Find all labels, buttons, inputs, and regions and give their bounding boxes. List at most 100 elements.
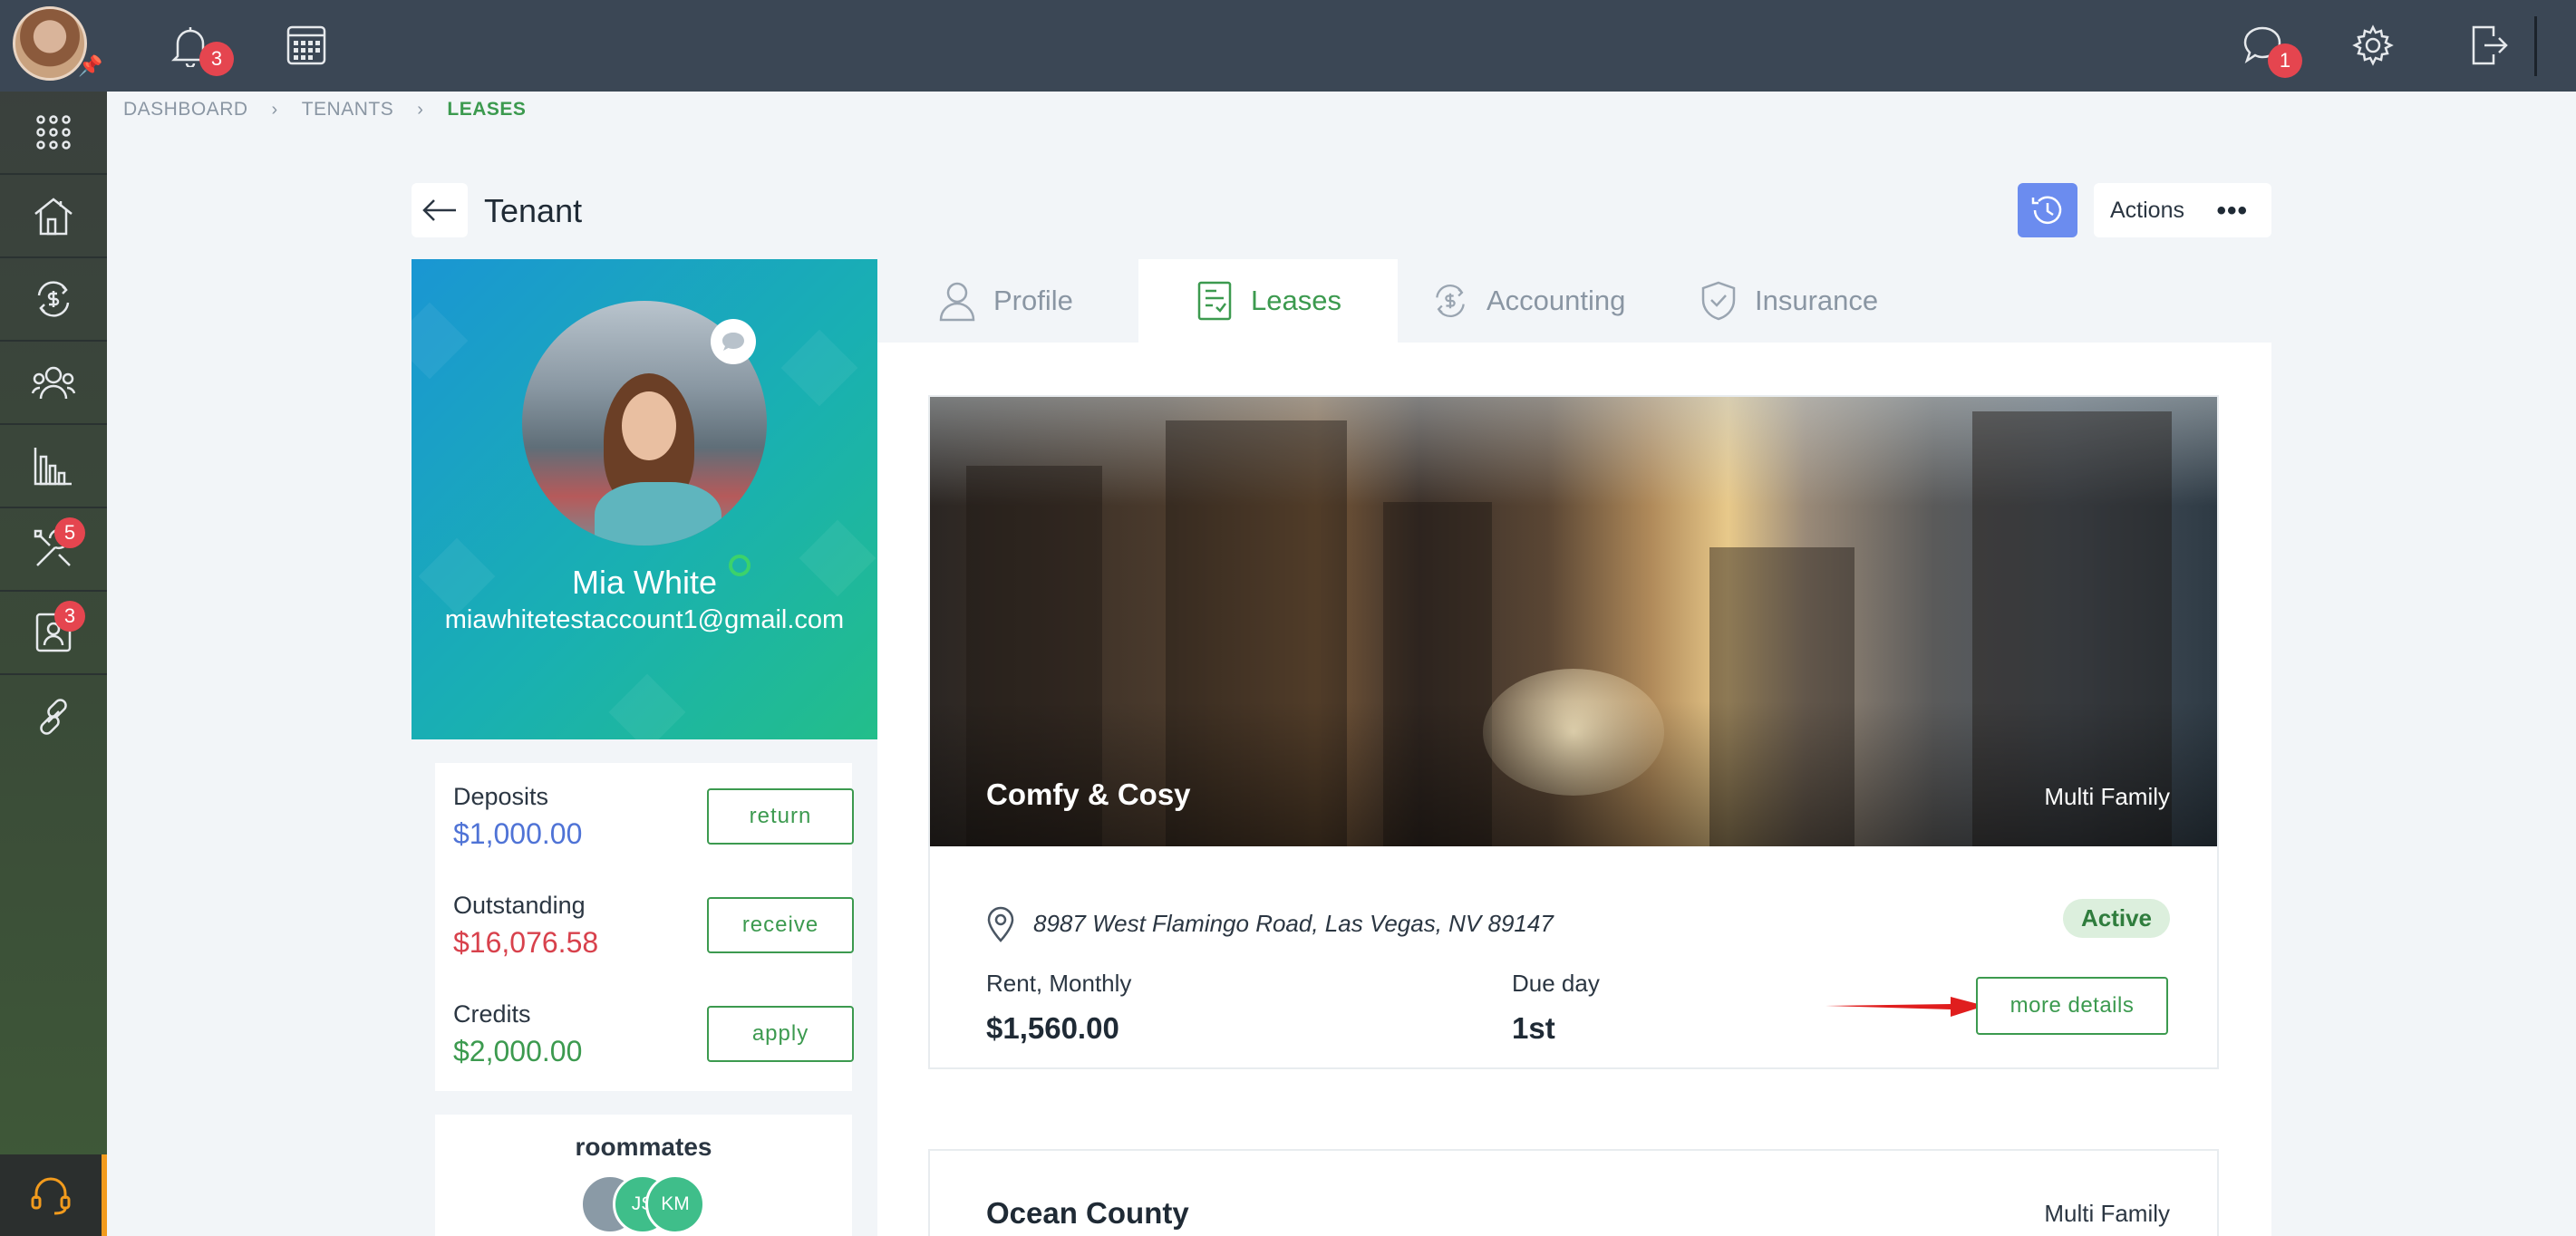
balances-panel: Deposits $1,000.00 return Outstanding $1… (435, 763, 854, 1091)
credits-value: $2,000.00 (453, 1035, 583, 1067)
page-title: Tenant (484, 192, 583, 229)
house-icon (34, 198, 73, 236)
lease-card[interactable]: Comfy & Cosy Multi Family 8987 West Flam… (928, 395, 2219, 1069)
breadcrumb-dashboard[interactable]: DASHBOARD (123, 99, 248, 121)
chevron-right-icon: › (271, 99, 278, 120)
user-avatar[interactable] (13, 6, 87, 81)
more-dots-icon: ••• (2216, 196, 2248, 226)
maintenance-badge: 5 (54, 517, 85, 548)
messages-badge: 1 (2268, 43, 2302, 78)
deposits-row: Deposits $1,000.00 return (453, 763, 854, 854)
tab-insurance[interactable]: Insurance (1697, 259, 1932, 343)
sidebar-item-applications[interactable]: 3 (0, 592, 107, 675)
sidebar-item-maintenance[interactable]: 5 (0, 508, 107, 592)
red-arrow-annotation (1825, 997, 1985, 1017)
tab-accounting-label: Accounting (1487, 285, 1626, 316)
person-icon (935, 279, 979, 323)
message-tenant-button[interactable] (711, 319, 756, 364)
messages-button[interactable]: 1 (2233, 16, 2302, 78)
property-name: Comfy & Cosy (986, 777, 1191, 811)
actions-label: Actions (2110, 197, 2184, 223)
outstanding-value: $16,076.58 (453, 926, 599, 959)
main-panel: Profile Leases Accounting Insurance Comf… (877, 259, 2271, 1236)
decor-diamond (780, 329, 858, 407)
credits-row: Credits $2,000.00 apply (453, 980, 854, 1071)
history-icon (2031, 196, 2062, 225)
credits-label: Credits (453, 1000, 531, 1028)
property-name: Ocean County (986, 1196, 1189, 1230)
logout-button[interactable] (2460, 16, 2518, 74)
decor-diamond (608, 673, 686, 739)
sidebar: 📌 5 3 (0, 0, 107, 1236)
sidebar-item-people[interactable] (0, 342, 107, 425)
sidebar-item-reports[interactable] (0, 425, 107, 508)
notifications-badge: 3 (199, 42, 234, 76)
top-bar: 3 1 (107, 0, 2576, 92)
grid-icon (36, 115, 71, 150)
support-button[interactable] (0, 1154, 107, 1236)
tab-accounting[interactable]: Accounting (1428, 259, 1682, 343)
property-address: 8987 West Flamingo Road, Las Vegas, NV 8… (1033, 910, 1554, 937)
logout-icon (2472, 25, 2508, 65)
pin-icon[interactable]: 📌 (78, 54, 102, 78)
tab-insurance-label: Insurance (1755, 285, 1879, 316)
bar-chart-icon (34, 448, 72, 486)
actions-button[interactable]: Actions ••• (2094, 183, 2271, 237)
dollar-cycle-icon (1428, 279, 1472, 323)
notifications-button[interactable]: 3 (161, 16, 234, 76)
calendar-icon (286, 25, 326, 65)
dollar-cycle-icon (37, 281, 70, 317)
history-button[interactable] (2018, 183, 2077, 237)
deposits-value: $1,000.00 (453, 817, 583, 850)
return-button[interactable]: return (707, 788, 854, 845)
roommates-title: roommates (575, 1133, 712, 1161)
arrow-left-icon (422, 199, 456, 221)
location-pin-icon (987, 906, 1014, 942)
roommate-avatar[interactable]: KM (645, 1174, 705, 1234)
property-type: Multi Family (2044, 783, 2170, 810)
tenant-name: Mia White (571, 564, 718, 601)
tab-profile-label: Profile (993, 285, 1073, 316)
deposits-label: Deposits (453, 783, 549, 810)
chevron-right-icon: › (417, 99, 424, 120)
receive-button[interactable]: receive (707, 897, 854, 953)
apply-button[interactable]: apply (707, 1006, 854, 1062)
rent-value: $1,560.00 (986, 1011, 1119, 1045)
roommates-panel: roommates JS KM (435, 1115, 852, 1236)
profile-card: Mia White miawhitetestaccount1@gmail.com (412, 259, 877, 739)
tab-leases[interactable]: Leases (1138, 259, 1398, 343)
gear-icon (2352, 24, 2394, 66)
sidebar-item-properties[interactable] (0, 175, 107, 258)
lease-doc-icon (1193, 279, 1236, 323)
applications-badge: 3 (54, 601, 85, 632)
lease-status-badge: Active (2062, 899, 2170, 938)
decor-diamond (412, 302, 469, 380)
people-icon (31, 366, 76, 400)
sidebar-item-integrations[interactable] (0, 675, 107, 758)
breadcrumb-tenants[interactable]: TENANTS (302, 99, 394, 121)
tab-profile[interactable]: Profile (935, 259, 1135, 343)
breadcrumb: DASHBOARD › TENANTS › LEASES (123, 96, 526, 123)
lease-card[interactable]: Ocean County Multi Family (928, 1149, 2219, 1236)
tenant-email: miawhitetestaccount1@gmail.com (444, 605, 845, 634)
sidebar-item-apps-grid[interactable] (0, 92, 107, 175)
more-details-button[interactable]: more details (1976, 977, 2168, 1035)
shield-icon (1697, 279, 1740, 323)
settings-button[interactable] (2344, 16, 2402, 74)
tab-bar: Profile Leases Accounting Insurance (877, 259, 2271, 343)
breadcrumb-leases: LEASES (447, 99, 527, 120)
outstanding-row: Outstanding $16,076.58 receive (453, 872, 854, 962)
calendar-button[interactable] (277, 16, 335, 74)
back-button[interactable] (412, 183, 468, 237)
headset-icon (31, 1177, 71, 1215)
user-menu[interactable]: 📌 (0, 0, 107, 92)
link-icon (40, 699, 67, 735)
property-type: Multi Family (2044, 1200, 2170, 1227)
due-day-value: 1st (1512, 1011, 1555, 1045)
speech-bubble-icon (722, 333, 744, 351)
due-day-label: Due day (1512, 970, 1600, 997)
sidebar-item-accounting[interactable] (0, 258, 107, 342)
tab-leases-label: Leases (1251, 285, 1341, 316)
outstanding-label: Outstanding (453, 892, 586, 919)
rent-label: Rent, Monthly (986, 970, 1132, 997)
